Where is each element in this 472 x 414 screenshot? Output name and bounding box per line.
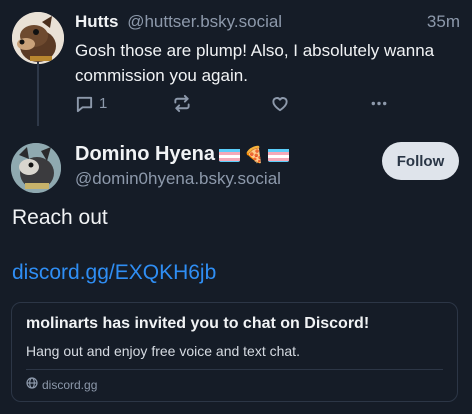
discord-invite-link[interactable]: discord.gg/EXQKH6jb (12, 261, 216, 285)
reply-author-name[interactable]: Hutts (75, 12, 118, 31)
embed-title: molinarts has invited you to chat on Dis… (26, 315, 370, 332)
reply-timestamp[interactable]: 35m (427, 12, 460, 32)
reply-post[interactable]: Hutts @huttser.bsky.social 35m Gosh thos… (0, 0, 472, 126)
reply-count: 1 (99, 95, 108, 112)
thread-connector-line (37, 62, 39, 126)
reply-text: Gosh those are plump! Also, I absolutely… (75, 41, 435, 85)
hutts-avatar[interactable] (12, 12, 64, 64)
like-button[interactable] (270, 94, 290, 113)
like-icon (270, 94, 290, 113)
reply-icon (75, 94, 94, 113)
main-post-text: Reach out (12, 206, 108, 229)
main-author-name[interactable]: Domino Hyena (75, 143, 215, 166)
main-author-name-row: Domino Hyena 🍕 (75, 143, 289, 166)
more-icon (369, 94, 389, 113)
globe-icon (26, 377, 42, 392)
link-preview-card[interactable]: molinarts has invited you to chat on Dis… (11, 302, 458, 402)
reply-header: Hutts @huttser.bsky.social 35m (75, 12, 460, 34)
embed-divider (26, 369, 443, 370)
repost-icon (172, 94, 192, 113)
embed-domain: discord.gg (42, 377, 98, 392)
more-options-button[interactable] (369, 94, 389, 113)
repost-button[interactable] (172, 94, 192, 113)
reply-actions: 1 (75, 94, 455, 116)
reply-button[interactable]: 1 (75, 94, 107, 113)
main-author-handle[interactable]: @domin0hyena.bsky.social (75, 169, 281, 189)
follow-button[interactable]: Follow (382, 142, 459, 180)
trans-flag-icon (219, 147, 241, 162)
domino-avatar[interactable] (11, 143, 61, 193)
embed-domain-row: discord.gg (26, 377, 97, 392)
pizza-icon: 🍕 (244, 146, 264, 164)
reply-author-handle[interactable]: @huttser.bsky.social (127, 12, 282, 31)
embed-description: Hang out and enjoy free voice and text c… (26, 343, 300, 359)
trans-flag-icon (267, 147, 289, 162)
